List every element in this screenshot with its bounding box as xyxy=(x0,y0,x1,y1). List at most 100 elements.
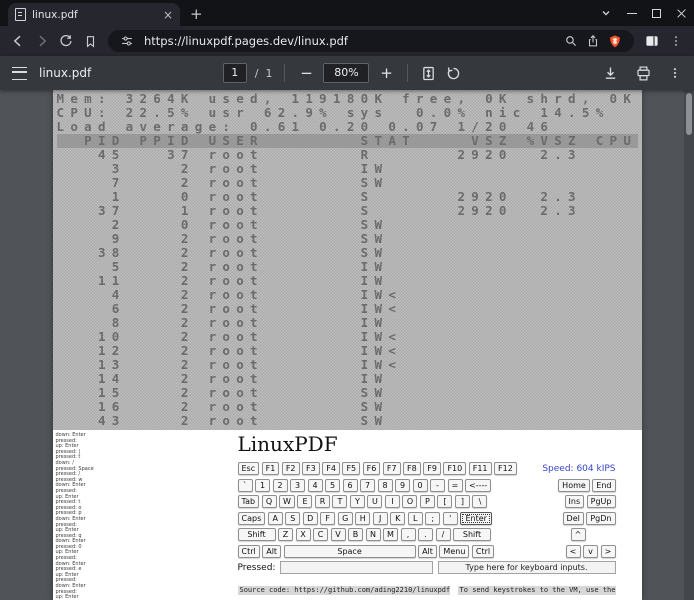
key-f3[interactable]: F3 xyxy=(302,462,320,475)
tab-search-chevron-icon[interactable] xyxy=(593,0,619,26)
tab-linux-pdf[interactable]: linux.pdf × xyxy=(8,3,180,26)
new-tab-button[interactable]: + xyxy=(190,5,203,23)
key-s[interactable]: S xyxy=(285,511,301,525)
rotate-button[interactable] xyxy=(445,65,462,82)
key-f9[interactable]: F9 xyxy=(423,462,441,475)
key-1[interactable]: 1 xyxy=(255,478,270,492)
key-f[interactable]: F xyxy=(320,511,336,525)
key-y[interactable]: Y xyxy=(349,495,365,508)
key-equals[interactable]: = xyxy=(447,478,463,492)
key-q[interactable]: Q xyxy=(261,495,277,508)
key-pgup[interactable]: PgUp xyxy=(586,495,616,508)
key-f8[interactable]: F8 xyxy=(403,462,421,475)
key-f1[interactable]: F1 xyxy=(261,462,280,475)
key-ins[interactable]: Ins xyxy=(564,495,585,508)
key-l[interactable]: L xyxy=(407,511,423,525)
key-0[interactable]: 0 xyxy=(412,478,428,492)
pdf-menu-icon[interactable] xyxy=(12,66,27,80)
sidebar-icon[interactable] xyxy=(640,29,664,53)
key-r[interactable]: R xyxy=(314,495,330,508)
key-9[interactable]: 9 xyxy=(395,478,410,492)
key-v[interactable]: V xyxy=(330,528,346,541)
key-esc[interactable]: Esc xyxy=(237,462,260,475)
key-t[interactable]: T xyxy=(332,495,348,508)
minimize-button[interactable] xyxy=(619,0,644,26)
key-a[interactable]: A xyxy=(267,511,283,525)
key-j[interactable]: J xyxy=(372,511,388,525)
key-p[interactable]: P xyxy=(419,495,435,508)
key-f4[interactable]: F4 xyxy=(322,462,340,475)
key-menu[interactable]: Menu xyxy=(439,544,470,558)
key-8[interactable]: 8 xyxy=(377,478,393,492)
key-4[interactable]: 4 xyxy=(307,478,323,492)
key-del[interactable]: Del xyxy=(562,511,584,525)
key-shift-left[interactable]: Shift xyxy=(237,528,276,541)
key-home[interactable]: Home xyxy=(558,478,590,492)
key-arrow-down[interactable]: v xyxy=(583,544,598,558)
key-d[interactable]: D xyxy=(302,511,318,525)
key-g[interactable]: G xyxy=(337,511,353,525)
key-ctrl-right[interactable]: Ctrl xyxy=(471,544,495,558)
forward-button[interactable] xyxy=(30,29,54,53)
key-alt-right[interactable]: Alt xyxy=(418,544,437,558)
key-w[interactable]: W xyxy=(279,495,295,508)
key-caps[interactable]: Caps xyxy=(237,511,266,525)
key-backslash[interactable]: \ xyxy=(472,495,488,508)
fit-page-button[interactable] xyxy=(420,65,437,82)
tab-close-icon[interactable]: × xyxy=(163,9,173,21)
key-z[interactable]: Z xyxy=(278,528,293,541)
key-u[interactable]: U xyxy=(367,495,383,508)
key-3[interactable]: 3 xyxy=(290,478,305,492)
key-k[interactable]: K xyxy=(390,511,406,525)
key-2[interactable]: 2 xyxy=(272,478,288,492)
zoom-magnifier-icon[interactable] xyxy=(560,30,582,52)
print-button[interactable] xyxy=(635,65,652,82)
close-window-button[interactable] xyxy=(669,0,694,26)
key-n[interactable]: N xyxy=(365,528,381,541)
key-semicolon[interactable]: ; xyxy=(425,511,441,525)
key-space[interactable]: Space xyxy=(283,544,416,558)
key-enter[interactable]: Enter xyxy=(460,511,493,525)
key-slash[interactable]: / xyxy=(435,528,451,541)
pdf-more-menu-icon[interactable] xyxy=(668,66,682,80)
key-6[interactable]: 6 xyxy=(342,478,358,492)
key-o[interactable]: O xyxy=(402,495,418,508)
url-bar[interactable]: https://linuxpdf.pages.dev/linux.pdf xyxy=(108,30,634,52)
key-i[interactable]: I xyxy=(384,495,400,508)
site-settings-icon[interactable] xyxy=(116,30,138,52)
key-f7[interactable]: F7 xyxy=(382,462,401,475)
key-arrow-up[interactable]: ^ xyxy=(570,528,586,541)
key-f12[interactable]: F12 xyxy=(494,462,517,475)
key-backtick[interactable]: ` xyxy=(237,478,253,492)
zoom-in-button[interactable]: + xyxy=(377,64,395,82)
bookmark-icon[interactable] xyxy=(78,29,102,53)
scrollbar-thumb[interactable] xyxy=(686,93,692,135)
share-icon[interactable] xyxy=(582,30,604,52)
key-comma[interactable]: , xyxy=(400,528,416,541)
brave-shield-icon[interactable] xyxy=(604,30,626,52)
key-arrow-right[interactable]: > xyxy=(600,544,616,558)
key-ctrl-left[interactable]: Ctrl xyxy=(237,544,260,558)
url-text[interactable]: https://linuxpdf.pages.dev/linux.pdf xyxy=(144,34,554,48)
key-bracket-close[interactable]: ] xyxy=(454,495,470,508)
keyboard-text-input[interactable]: Type here for keyboard inputs. xyxy=(437,561,616,574)
zoom-out-button[interactable]: − xyxy=(297,64,315,82)
key-f6[interactable]: F6 xyxy=(362,462,381,475)
key-5[interactable]: 5 xyxy=(325,478,340,492)
key-f5[interactable]: F5 xyxy=(342,462,361,475)
key-tab[interactable]: Tab xyxy=(237,495,260,508)
key-e[interactable]: E xyxy=(297,495,313,508)
maximize-button[interactable] xyxy=(644,0,669,26)
reload-button[interactable] xyxy=(54,29,78,53)
key-pgdn[interactable]: PgDn xyxy=(586,511,616,525)
key-arrow-left[interactable]: < xyxy=(565,544,581,558)
download-button[interactable] xyxy=(602,65,619,82)
key-f10[interactable]: F10 xyxy=(443,462,467,475)
back-button[interactable] xyxy=(6,29,30,53)
key-c[interactable]: C xyxy=(313,528,328,541)
key-h[interactable]: H xyxy=(355,511,371,525)
key-b[interactable]: B xyxy=(348,528,363,541)
key-x[interactable]: X xyxy=(295,528,311,541)
browser-menu-icon[interactable] xyxy=(664,29,688,53)
key-backspace[interactable]: <---- xyxy=(465,478,492,492)
